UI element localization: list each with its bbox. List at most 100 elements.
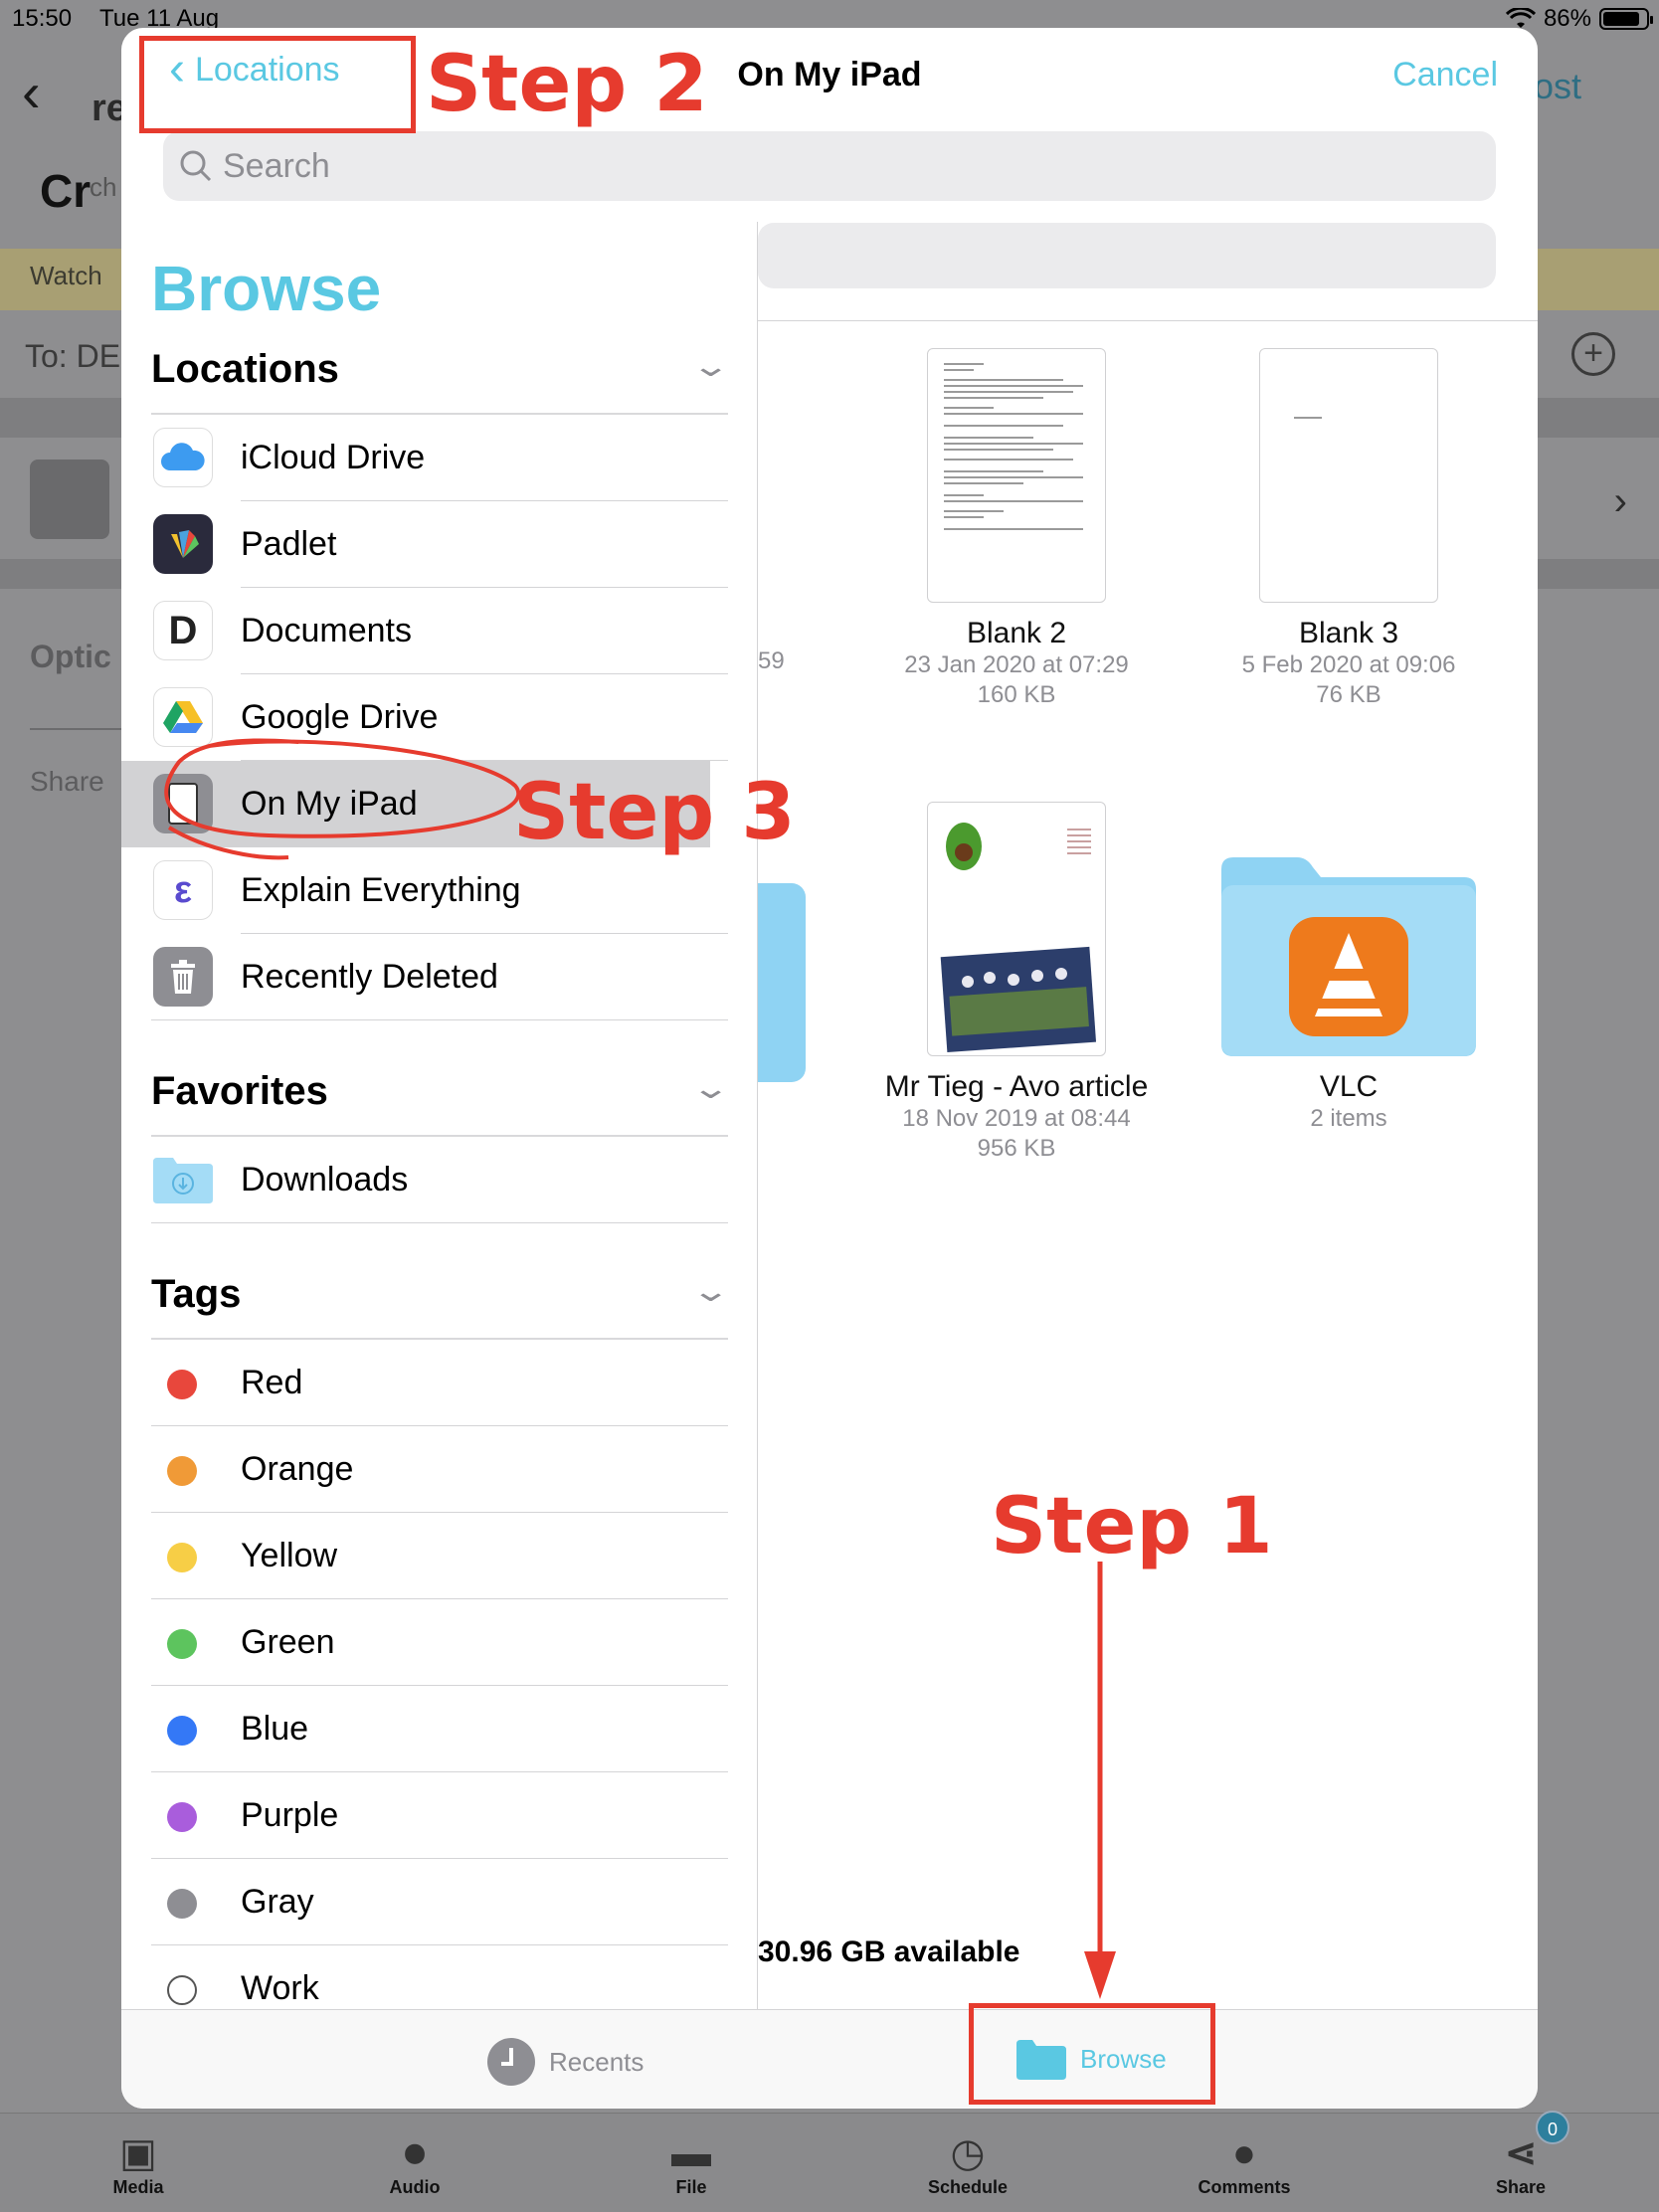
file-size: 2 items	[1310, 1105, 1387, 1132]
document-thumbnail	[927, 802, 1106, 1056]
file-item-blank-2[interactable]: Blank 2 23 Jan 2020 at 07:29 160 KB	[847, 348, 1186, 710]
tag-label: Yellow	[241, 1537, 338, 1574]
wifi-icon	[1505, 8, 1536, 28]
tags-section-header[interactable]: Tags	[151, 1272, 241, 1317]
step-3-annotation: Step 3	[513, 768, 796, 857]
location-documents[interactable]: D Documents	[121, 588, 757, 674]
tag-dot	[167, 1716, 197, 1746]
clock-icon: ◷	[950, 2131, 986, 2175]
content-divider	[758, 320, 1538, 321]
bg-options-label: Optic	[30, 639, 111, 674]
tag-red[interactable]: Red	[121, 1340, 757, 1426]
file-size: 76 KB	[1316, 681, 1382, 708]
documents-icon: D	[153, 601, 213, 660]
file-date: 5 Feb 2020 at 09:06	[1241, 651, 1456, 678]
file-name: Blank 3	[1298, 617, 1399, 649]
location-label: Explain Everything	[241, 871, 521, 909]
browse-sidebar: Browse Locations ⌄ iCloud Drive Padlet D…	[121, 222, 758, 2009]
chevron-down-icon[interactable]: ⌄	[690, 1071, 730, 1106]
toolbar-schedule-button[interactable]: ◷ Schedule	[898, 2129, 1037, 2198]
tab-recents-label: Recents	[549, 2046, 645, 2077]
tag-dot	[167, 1975, 197, 2005]
browse-title: Browse	[151, 253, 382, 324]
location-label: Recently Deleted	[241, 958, 498, 996]
toolbar-share-button[interactable]: ⋖ Share	[1451, 2129, 1590, 2198]
status-time: 15:50	[12, 5, 73, 32]
step-2-annotation: Step 2	[426, 40, 708, 129]
favorite-downloads[interactable]: Downloads	[121, 1137, 757, 1223]
toolbar-comments-button[interactable]: ● Comments	[1175, 2129, 1314, 2198]
step-3-highlight-circle	[164, 738, 521, 860]
tag-orange[interactable]: Orange	[121, 1426, 757, 1513]
location-recently-deleted[interactable]: Recently Deleted	[121, 934, 757, 1020]
picker-tab-bar: Recents Browse	[121, 2009, 1538, 2109]
search-input[interactable]: Search	[163, 131, 1496, 201]
tag-dot	[167, 1889, 197, 1919]
bg-share-label: Share	[30, 766, 104, 797]
bg-to-label: To: DE	[25, 338, 121, 374]
document-picker-sheet: ‹ Locations On My iPad Cancel Search 59 …	[121, 28, 1538, 2109]
chevron-down-icon[interactable]: ⌄	[690, 349, 730, 384]
tag-label: Work	[241, 1969, 319, 2007]
tag-label: Green	[241, 1623, 335, 1661]
tab-recents[interactable]: Recents	[487, 2038, 644, 2086]
step-1-annotation: Step 1	[991, 1482, 1273, 1571]
file-item-blank-3[interactable]: Blank 3 5 Feb 2020 at 09:06 76 KB	[1180, 348, 1518, 710]
step-1-arrow	[1084, 1562, 1116, 1999]
tag-green[interactable]: Green	[121, 1599, 757, 1686]
search-icon	[180, 150, 212, 182]
locations-section-header[interactable]: Locations	[151, 347, 339, 392]
add-recipient-icon[interactable]: +	[1571, 332, 1615, 376]
toolbar-file-button[interactable]: ▬ File	[622, 2129, 761, 2198]
toolbar-media-button[interactable]: ▣ Media	[69, 2129, 208, 2198]
file-name: Mr Tieg - Avo article	[884, 1070, 1149, 1103]
file-size: 160 KB	[977, 681, 1056, 708]
content-search-field[interactable]	[758, 223, 1496, 288]
cancel-button[interactable]: Cancel	[1392, 56, 1498, 94]
location-label: Documents	[241, 612, 412, 649]
tag-label: Purple	[241, 1796, 339, 1834]
camera-icon: ▣	[119, 2131, 157, 2175]
comment-icon: ●	[1231, 2131, 1257, 2175]
tag-label: Red	[241, 1364, 303, 1401]
chevron-down-icon[interactable]: ⌄	[690, 1274, 730, 1309]
location-icloud-drive[interactable]: iCloud Drive	[121, 415, 757, 501]
battery-percent: 86%	[1543, 5, 1591, 32]
bg-heading-fragment: Cr	[40, 165, 92, 217]
tag-blue[interactable]: Blue	[121, 1686, 757, 1772]
partial-folder[interactable]	[758, 883, 806, 1082]
tag-work[interactable]: Work	[121, 1945, 757, 2009]
vlc-folder-icon	[1221, 857, 1476, 1056]
app-toolbar: ▣ Media ⏺ Audio ▬ File ◷ Schedule ● Comments …	[0, 2113, 1659, 2212]
tag-yellow[interactable]: Yellow	[121, 1513, 757, 1599]
tag-label: Gray	[241, 1883, 314, 1921]
avatar	[30, 460, 109, 539]
file-name: Blank 2	[966, 617, 1067, 649]
chevron-right-icon[interactable]: ›	[1614, 479, 1627, 524]
tag-dot	[167, 1802, 197, 1832]
tag-gray[interactable]: Gray	[121, 1859, 757, 1945]
step-1-highlight-box	[969, 2003, 1215, 2105]
bg-post-fragment[interactable]: ost	[1534, 66, 1581, 107]
back-chevron-icon[interactable]: ‹	[22, 60, 41, 124]
share-icon: ⋖	[1504, 2131, 1538, 2175]
file-item-avo-article[interactable]: Mr Tieg - Avo article 18 Nov 2019 at 08:…	[847, 802, 1186, 1164]
explain-everything-icon: ε	[153, 860, 213, 920]
folder-item-vlc[interactable]: VLC 2 items	[1180, 853, 1518, 1134]
search-placeholder: Search	[223, 146, 330, 185]
tag-dot	[167, 1370, 197, 1399]
document-thumbnail	[927, 348, 1106, 603]
tag-dot	[167, 1629, 197, 1659]
file-date: 18 Nov 2019 at 08:44	[902, 1105, 1131, 1132]
tag-dot	[167, 1543, 197, 1572]
microphone-icon: ⏺	[405, 2131, 425, 2175]
tag-label: Orange	[241, 1450, 354, 1488]
location-padlet[interactable]: Padlet	[121, 501, 757, 588]
favorites-section-header[interactable]: Favorites	[151, 1069, 328, 1114]
clock-icon	[487, 2038, 535, 2086]
tag-purple[interactable]: Purple	[121, 1772, 757, 1859]
padlet-icon	[153, 514, 213, 574]
share-count-badge: 0	[1536, 2111, 1569, 2144]
trash-icon	[153, 947, 213, 1007]
toolbar-audio-button[interactable]: ⏺ Audio	[345, 2129, 484, 2198]
